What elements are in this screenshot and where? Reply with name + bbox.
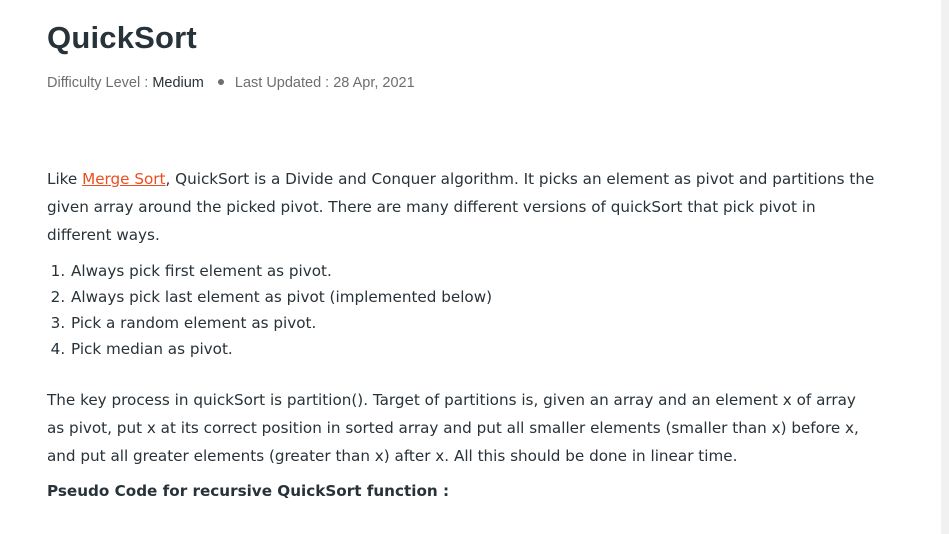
updated-label: Last Updated : (234, 75, 334, 91)
page-title: QuickSort (47, 20, 197, 55)
separator-dot-icon (217, 79, 224, 86)
list-item: Always pick first element as pivot. (70, 258, 492, 284)
difficulty-label: Difficulty Level : (47, 75, 153, 91)
partition-paragraph: The key process in quickSort is partitio… (47, 391, 859, 465)
intro-paragraph: Like Merge Sort, QuickSort is a Divide a… (47, 165, 877, 249)
scrollbar[interactable] (941, 0, 949, 534)
intro-text-before-link: Like (47, 170, 83, 188)
updated-value: 28 Apr, 2021 (333, 75, 415, 91)
list-item: Pick a random element as pivot. (70, 310, 492, 336)
list-item: Always pick last element as pivot (imple… (70, 284, 492, 310)
list-item: Pick median as pivot. (70, 336, 492, 362)
pivot-methods-list: Always pick first element as pivot. Alwa… (47, 258, 492, 362)
difficulty-value[interactable]: Medium (152, 75, 204, 91)
merge-sort-link[interactable]: Merge Sort (82, 170, 165, 188)
pseudo-code-heading: Pseudo Code for recursive QuickSort func… (47, 482, 450, 500)
intro-text-after-link: , QuickSort is a Divide and Conquer algo… (47, 170, 875, 244)
article-meta: Difficulty Level : Medium Last Updated : … (47, 75, 415, 91)
